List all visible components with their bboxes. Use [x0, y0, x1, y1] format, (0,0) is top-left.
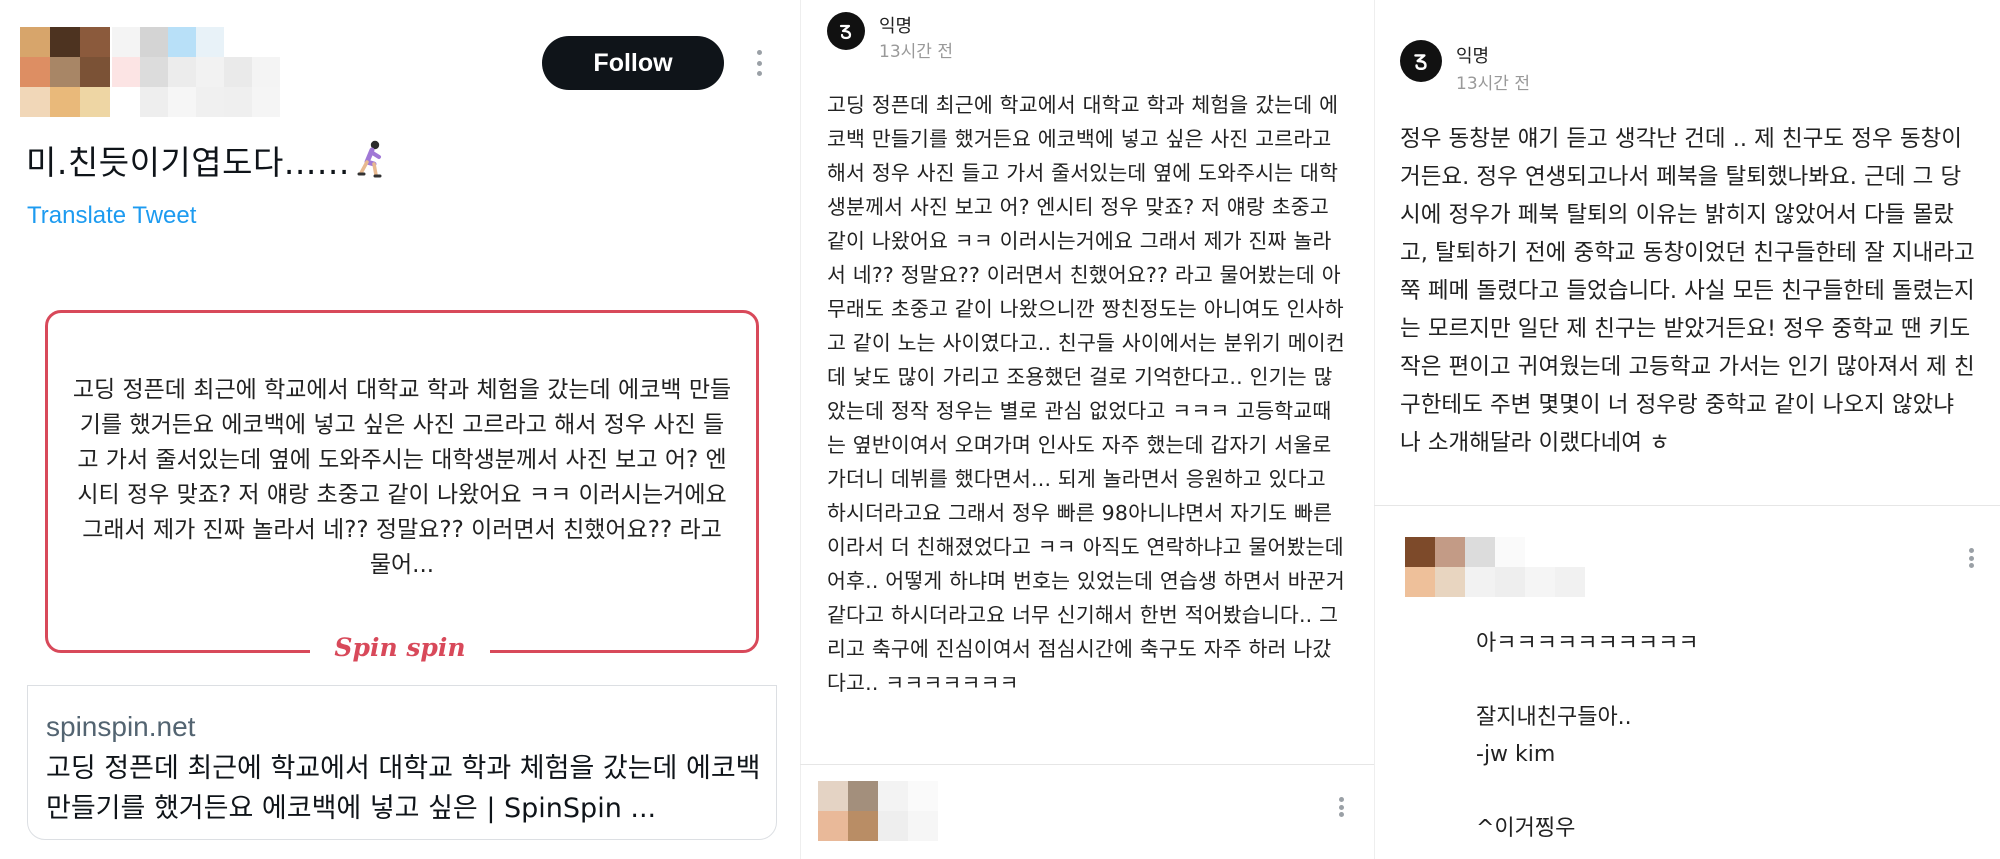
person-running-icon	[356, 140, 386, 186]
blurred-reply-avatar	[1405, 537, 1525, 597]
divider	[1374, 505, 2000, 506]
divider	[800, 764, 1374, 765]
author-name: 익명	[879, 16, 913, 37]
post-body: 정우 동창분 얘기 듣고 생각난 건데 .. 제 친구도 정우 동창이거든요. …	[1400, 126, 1975, 456]
comment-more-icon[interactable]	[1329, 794, 1353, 820]
anonymous-avatar-icon	[827, 12, 865, 50]
reply-text: 아ㅋㅋㅋㅋㅋㅋㅋㅋㅋㅋ 잘지내친구들아.. -jw kim ^이거찡우	[1476, 631, 1699, 841]
spinspin-logo: Spin spin	[334, 633, 466, 662]
follow-button[interactable]: Follow	[542, 36, 724, 90]
reply-more-icon[interactable]	[1959, 545, 1983, 571]
translate-tweet-link[interactable]: Translate Tweet	[27, 202, 196, 230]
anonymous-avatar-icon	[1400, 40, 1442, 82]
tweet-text-content: 미.친듯이기엽도다......	[26, 143, 350, 182]
more-options-icon[interactable]	[747, 47, 771, 79]
author-name: 익명	[1456, 46, 1490, 67]
card-image-text: 고딩 정픈데 최근에 학교에서 대학교 학과 체험을 갔는데 에코백 만들기를 …	[72, 377, 732, 578]
blurred-comment-avatar	[818, 781, 938, 841]
link-domain: spinspin.net	[46, 711, 196, 742]
blurred-avatar	[20, 27, 110, 117]
blurred-reply-name	[1525, 567, 1585, 597]
blurred-username	[112, 27, 280, 117]
link-title: 고딩 정픈데 최근에 학교에서 대학교 학과 체험을 갔는데 에코백 만들기를 …	[46, 753, 761, 824]
post-body: 고딩 정픈데 최근에 학교에서 대학교 학과 체험을 갔는데 에코백 만들기를 …	[827, 93, 1345, 695]
post-time: 13시간 전	[879, 42, 953, 62]
post-time: 13시간 전	[1456, 74, 1530, 94]
tweet-text: 미.친듯이기엽도다......	[26, 136, 386, 186]
